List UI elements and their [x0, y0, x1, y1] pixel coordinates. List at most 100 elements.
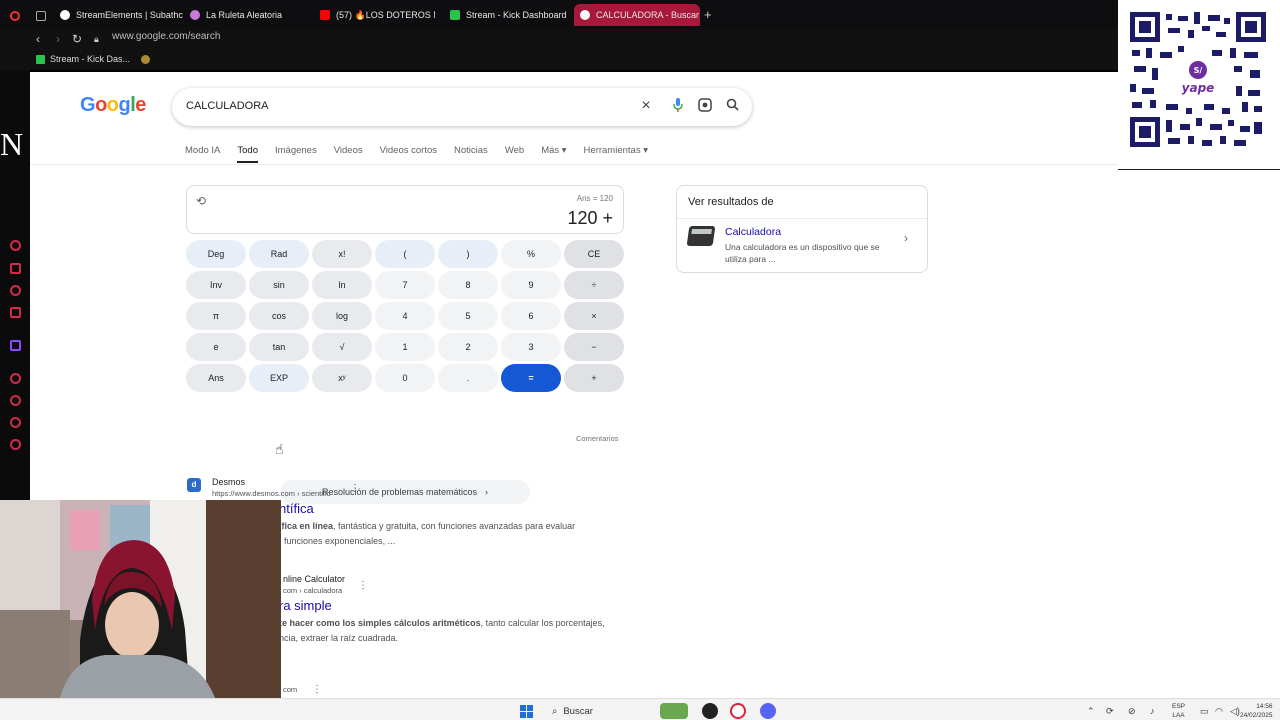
calc-key-8[interactable]: sin: [249, 271, 309, 299]
calc-key-24[interactable]: 1: [375, 333, 435, 361]
calc-key-16[interactable]: log: [312, 302, 372, 330]
result-site[interactable]: Desmos: [212, 477, 245, 487]
calc-key-22[interactable]: tan: [249, 333, 309, 361]
more-options-icon[interactable]: ⋮: [350, 483, 360, 494]
calc-key-5[interactable]: %: [501, 240, 561, 268]
url-field[interactable]: www.google.com/search: [112, 31, 220, 42]
opera-gx-icon[interactable]: [730, 703, 746, 719]
calc-key-4[interactable]: ): [438, 240, 498, 268]
discord-icon[interactable]: [760, 703, 776, 719]
chevron-up-icon[interactable]: ⌃: [1087, 706, 1095, 717]
calc-key-28[interactable]: Ans: [186, 364, 246, 392]
sidebar-play-icon[interactable]: [10, 373, 21, 384]
opera-menu-icon[interactable]: [10, 7, 20, 25]
sidebar-m-icon[interactable]: [10, 307, 21, 318]
bookmark-kick[interactable]: Stream - Kick Das...: [36, 54, 151, 64]
calc-key-13[interactable]: ÷: [564, 271, 624, 299]
calc-key-20[interactable]: ×: [564, 302, 624, 330]
calc-key-21[interactable]: e: [186, 333, 246, 361]
microphone-icon[interactable]: [670, 98, 686, 114]
wifi-icon[interactable]: ◠: [1215, 706, 1223, 717]
back-icon[interactable]: ‹: [36, 32, 40, 46]
calc-key-32[interactable]: .: [438, 364, 498, 392]
calc-key-7[interactable]: Inv: [186, 271, 246, 299]
calc-key-3[interactable]: (: [375, 240, 435, 268]
workspaces-icon[interactable]: [36, 7, 46, 25]
tab-videos[interactable]: Videos: [334, 145, 363, 156]
clear-icon[interactable]: ×: [638, 98, 654, 114]
search-icon[interactable]: [724, 98, 740, 114]
tab-streamelements[interactable]: StreamElements | Subathc: [60, 6, 183, 24]
result-title[interactable]: ntífica: [279, 501, 314, 516]
tab-videos-cortos[interactable]: Videos cortos: [380, 145, 437, 156]
tab-calculadora[interactable]: CALCULADORA - Buscar c: [574, 4, 700, 26]
calc-key-11[interactable]: 8: [438, 271, 498, 299]
calc-key-1[interactable]: Rad: [249, 240, 309, 268]
calc-key-30[interactable]: xʸ: [312, 364, 372, 392]
calc-key-31[interactable]: 0: [375, 364, 435, 392]
game-icon[interactable]: [660, 703, 688, 719]
tab-noticias[interactable]: Noticias: [454, 145, 488, 156]
sidebar-settings-icon[interactable]: [10, 439, 21, 450]
calc-key-18[interactable]: 5: [438, 302, 498, 330]
calc-key-10[interactable]: 7: [375, 271, 435, 299]
result-url[interactable]: com: [283, 685, 297, 694]
tab-kick-dashboard[interactable]: Stream - Kick Dashboard: [450, 6, 567, 24]
calculator-thumbnail[interactable]: [686, 226, 716, 246]
reload-icon[interactable]: ↻: [72, 32, 82, 46]
taskbar-search[interactable]: ⌕ Buscar: [552, 706, 593, 717]
result-url[interactable]: https://www.desmos.com › scientific: [212, 489, 330, 498]
more-options-icon[interactable]: ⋮: [312, 684, 322, 695]
sync-icon[interactable]: ⟳: [1106, 706, 1114, 717]
calc-key-2[interactable]: x!: [312, 240, 372, 268]
calc-key-17[interactable]: 4: [375, 302, 435, 330]
result-title[interactable]: ra simple: [279, 598, 332, 613]
calc-key-33[interactable]: =: [501, 364, 561, 392]
windows-start-icon[interactable]: [520, 705, 533, 718]
display-icon[interactable]: ▭: [1200, 706, 1209, 717]
calc-key-29[interactable]: EXP: [249, 364, 309, 392]
app-icon[interactable]: [702, 703, 718, 719]
calc-key-23[interactable]: √: [312, 333, 372, 361]
chevron-right-icon[interactable]: ›: [904, 231, 908, 245]
tab-imagenes[interactable]: Imágenes: [275, 145, 317, 156]
calc-key-15[interactable]: cos: [249, 302, 309, 330]
tab-web[interactable]: Web: [505, 145, 524, 156]
result-url[interactable]: com › calculadora: [283, 586, 342, 595]
more-options-icon[interactable]: ⋮: [358, 580, 368, 591]
sidebar-twitch-icon[interactable]: [10, 340, 21, 351]
language-indicator[interactable]: ESP LAA: [1172, 702, 1185, 720]
tab-todo[interactable]: Todo: [237, 145, 258, 163]
sidebar-bag-icon[interactable]: [10, 263, 21, 274]
calc-key-19[interactable]: 6: [501, 302, 561, 330]
calc-key-14[interactable]: π: [186, 302, 246, 330]
calc-key-27[interactable]: −: [564, 333, 624, 361]
sidebar-history-icon[interactable]: [10, 240, 21, 251]
calc-key-34[interactable]: +: [564, 364, 624, 392]
google-logo[interactable]: Google: [80, 94, 146, 117]
calc-key-0[interactable]: Deg: [186, 240, 246, 268]
tab-mas[interactable]: Más ▾: [541, 145, 566, 156]
entity-link[interactable]: Calculadora: [725, 226, 781, 238]
system-clock[interactable]: 14:56 24/02/2025: [1240, 702, 1273, 720]
extension-icon[interactable]: [141, 54, 151, 64]
tab-youtube[interactable]: (57) 🔥LOS DOTEROS NU: [320, 6, 435, 24]
calc-key-25[interactable]: 2: [438, 333, 498, 361]
calc-key-6[interactable]: CE: [564, 240, 624, 268]
tab-modo-ia[interactable]: Modo IA: [185, 145, 220, 156]
tab-herramientas[interactable]: Herramientas ▾: [584, 145, 648, 156]
tab-ruleta[interactable]: La Ruleta Aleatoria: [190, 6, 282, 24]
history-icon[interactable]: ⟲: [196, 194, 206, 208]
calc-key-12[interactable]: 9: [501, 271, 561, 299]
feedback-link[interactable]: Comentarios: [576, 434, 619, 443]
new-tab-button[interactable]: +: [704, 8, 712, 21]
mic-icon[interactable]: ♪: [1150, 706, 1155, 716]
calc-key-9[interactable]: ln: [312, 271, 372, 299]
volume-icon[interactable]: ◁): [1230, 706, 1240, 717]
network-icon[interactable]: ⊘: [1128, 706, 1136, 717]
forward-icon[interactable]: ›: [56, 32, 60, 46]
calc-key-26[interactable]: 3: [501, 333, 561, 361]
sidebar-extensions-icon[interactable]: [10, 417, 21, 428]
sidebar-messenger-icon[interactable]: [10, 285, 21, 296]
result-site[interactable]: nline Calculator: [283, 574, 345, 584]
